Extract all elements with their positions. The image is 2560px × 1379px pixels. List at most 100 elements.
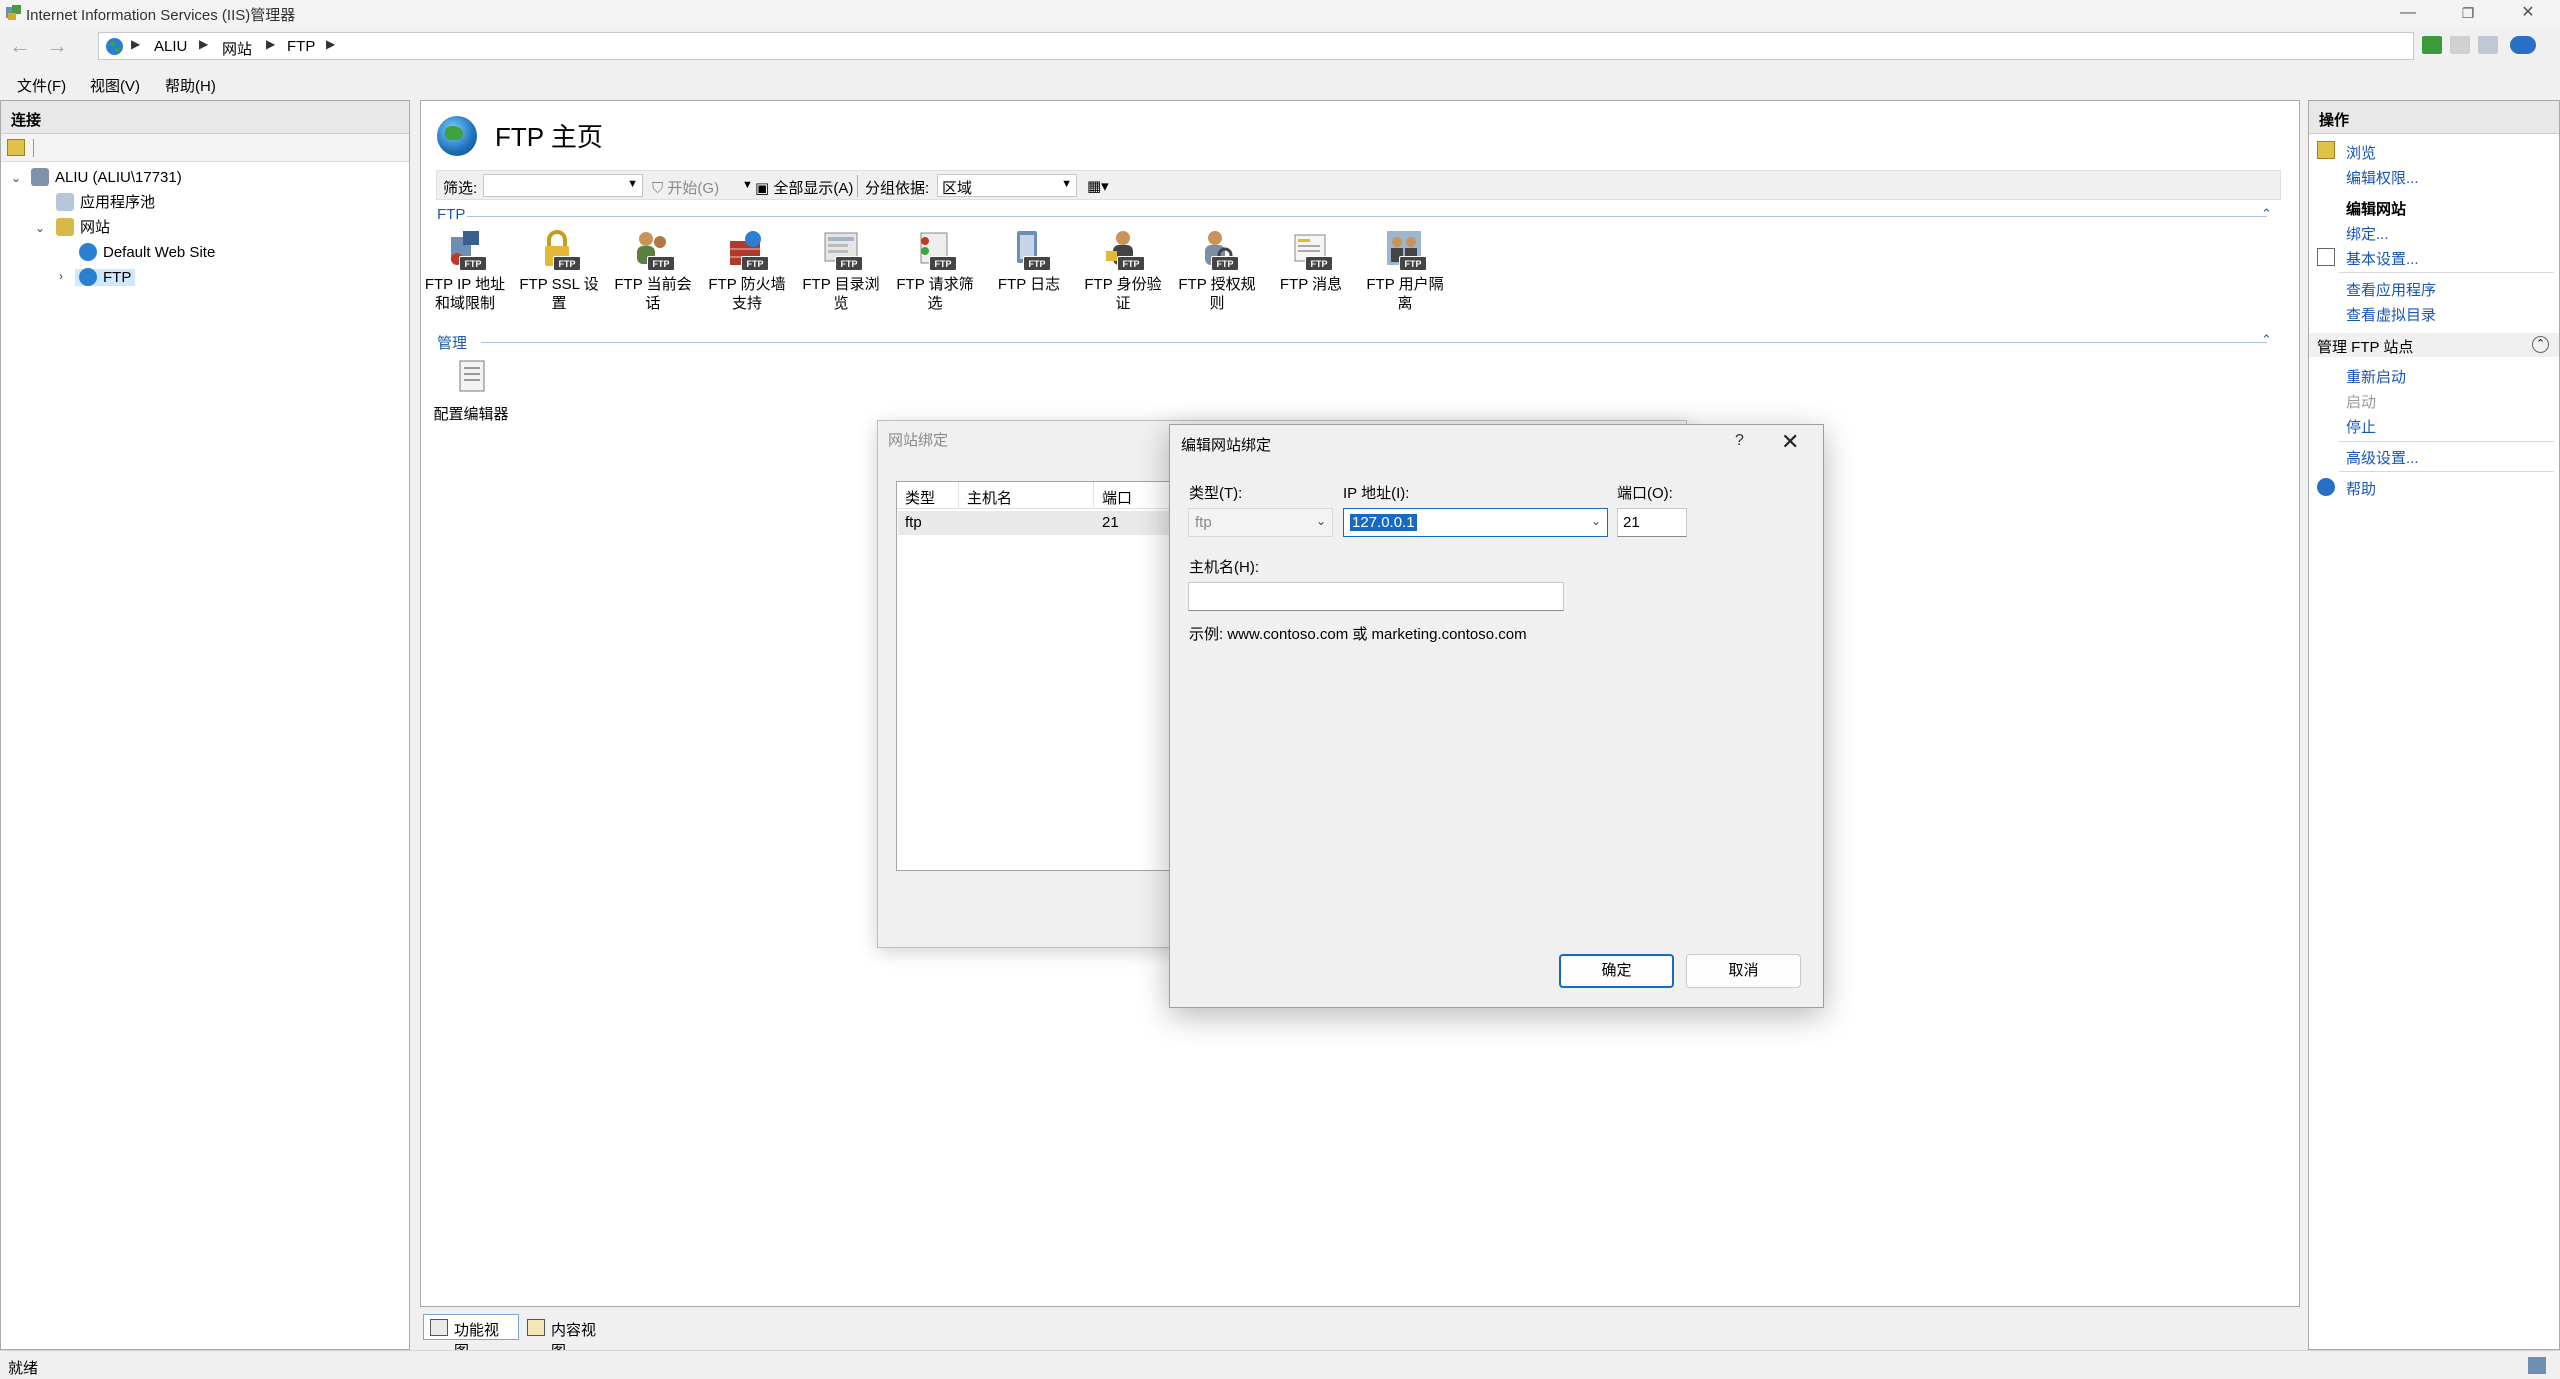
column-header-port[interactable]: 端口 (1094, 482, 1174, 509)
tree-node-label: ALIU (ALIU\17731) (55, 169, 182, 186)
help-icon (2317, 478, 2335, 496)
tree-node-server[interactable]: ALIU (ALIU\17731) (31, 167, 182, 189)
chevron-down-icon: ▼ (627, 178, 638, 190)
group-by-select[interactable]: 区域 ▼ (937, 174, 1077, 197)
feature-ftp-current-sessions[interactable]: FTP FTP 当前会话 (609, 229, 697, 313)
action-browse[interactable]: 浏览 (2346, 142, 2376, 163)
feature-ftp-request-filtering[interactable]: FTP FTP 请求筛选 (891, 229, 979, 313)
minimize-button[interactable]: — (2385, 0, 2431, 26)
feature-ftp-authorization-rules[interactable]: FTP FTP 授权规则 (1173, 229, 1261, 313)
connections-toolbar (1, 134, 409, 162)
forward-arrow-icon[interactable]: → (42, 34, 72, 60)
tree-node-ftp[interactable]: FTP (75, 267, 136, 289)
go-icon[interactable] (2422, 36, 2442, 54)
show-all-button[interactable]: ▣ 全部显示(A) (755, 177, 853, 198)
feature-ftp-directory-browsing[interactable]: FTP FTP 目录浏览 (797, 229, 885, 313)
feature-label: FTP 消息 (1279, 276, 1343, 293)
tree-node-sites[interactable]: 网站 (56, 217, 110, 239)
host-name-example: 示例: www.contoso.com 或 marketing.contoso.… (1189, 626, 1527, 643)
feature-label: FTP 日志 (997, 276, 1061, 293)
close-window-button[interactable]: ✕ (2505, 0, 2551, 26)
menu-help[interactable]: 帮助(H) (165, 75, 216, 96)
close-icon[interactable]: ✕ (1781, 429, 1799, 455)
cancel-button[interactable]: 取消 (1686, 954, 1801, 988)
restore-button[interactable]: ❐ (2445, 0, 2491, 26)
cell-type: ftp (905, 514, 922, 531)
collapse-icon[interactable]: ⌃ (2532, 336, 2549, 353)
filter-input[interactable]: ▼ (483, 174, 643, 197)
action-stop[interactable]: 停止 (2346, 416, 2376, 437)
tab-content-view[interactable]: 内容视图 (520, 1314, 616, 1360)
filter-start-button[interactable]: ⛉ 开始(G) (652, 177, 719, 198)
address-row: ← → ▶ ALIU ▶ 网站 ▶ FTP ▶ (0, 26, 2560, 66)
feature-label: 话 (645, 295, 661, 312)
feature-ftp-ssl-settings[interactable]: FTP FTP SSL 设置 (515, 229, 603, 313)
window-title: Internet Information Services (IIS)管理器 (26, 7, 296, 24)
dialog-title: 编辑网站绑定 (1181, 437, 1272, 454)
menu-file[interactable]: 文件(F) (17, 75, 66, 96)
ftp-badge: FTP (1117, 256, 1145, 271)
toolbar-divider (33, 139, 34, 157)
filter-label: 筛选: (443, 180, 478, 197)
connect-icon[interactable] (7, 139, 25, 156)
view-mode-icon[interactable]: ▦▾ (1087, 177, 1109, 195)
ok-button[interactable]: 确定 (1559, 954, 1674, 988)
breadcrumb-separator-icon: ▶ (199, 37, 209, 51)
breadcrumb-sites[interactable]: 网站 (222, 38, 252, 59)
action-view-applications[interactable]: 查看应用程序 (2346, 279, 2436, 300)
action-view-virtual-directories[interactable]: 查看虚拟目录 (2346, 304, 2436, 325)
chevron-down-icon[interactable]: ⌄ (35, 221, 45, 235)
tab-features-view[interactable]: 功能视图 (423, 1314, 519, 1360)
action-help[interactable]: 帮助 (2346, 478, 2376, 499)
feature-label: FTP 目录浏 (802, 276, 880, 293)
help-button[interactable]: ? (1735, 432, 1744, 450)
collapse-icon[interactable]: ⌃ (2261, 206, 2272, 222)
action-advanced-settings[interactable]: 高级设置... (2346, 447, 2419, 468)
content-view-icon (527, 1319, 545, 1336)
feature-label: FTP 身份验 (1084, 276, 1162, 293)
user-isolation-icon: FTP (1385, 229, 1427, 271)
firewall-icon: FTP (727, 229, 769, 271)
ftp-badge: FTP (459, 256, 487, 271)
chevron-down-icon[interactable]: ⌄ (1591, 514, 1601, 528)
feature-ftp-logging[interactable]: FTP FTP 日志 (985, 229, 1073, 294)
chevron-right-icon[interactable]: › (59, 269, 63, 283)
ftp-badge: FTP (1211, 256, 1239, 271)
breadcrumb-ftp[interactable]: FTP (287, 38, 315, 55)
action-restart[interactable]: 重新启动 (2346, 366, 2406, 387)
group-divider (467, 216, 2267, 217)
feature-label: 览 (833, 295, 849, 312)
back-arrow-icon[interactable]: ← (5, 34, 35, 60)
menu-bar: 文件(F) 视图(V) 帮助(H) (0, 68, 2560, 100)
edit-site-header: 编辑网站 (2346, 201, 2407, 218)
feature-ftp-authentication[interactable]: FTP FTP 身份验证 (1079, 229, 1167, 313)
action-bindings[interactable]: 绑定... (2346, 223, 2389, 244)
chevron-down-icon[interactable]: ⌄ (11, 171, 21, 185)
ip-address-select[interactable]: 127.0.0.1 ⌄ (1343, 508, 1608, 537)
breadcrumb-server[interactable]: ALIU (154, 38, 187, 55)
feature-ftp-messages[interactable]: FTP FTP 消息 (1267, 229, 1355, 294)
column-header-type[interactable]: 类型 (897, 482, 959, 509)
page-title: FTP 主页 (495, 122, 603, 152)
help-dropdown-icon[interactable] (2510, 36, 2536, 54)
feature-configuration-editor[interactable]: 配置编辑器 (421, 359, 521, 424)
action-edit-permissions[interactable]: 编辑权限... (2346, 167, 2419, 188)
address-bar[interactable]: ▶ ALIU ▶ 网站 ▶ FTP ▶ (98, 32, 2414, 60)
tree-node-app-pools[interactable]: 应用程序池 (56, 192, 155, 214)
collapse-icon[interactable]: ⌃ (2261, 332, 2272, 348)
column-header-host[interactable]: 主机名 (959, 482, 1094, 509)
stop-icon[interactable] (2450, 36, 2470, 54)
manage-ftp-site-section: 管理 FTP 站点 ⌃ (2309, 333, 2559, 357)
host-name-input[interactable] (1188, 582, 1564, 611)
messages-icon: FTP (1291, 229, 1333, 271)
action-basic-settings[interactable]: 基本设置... (2346, 248, 2419, 269)
feature-ftp-firewall-support[interactable]: FTP FTP 防火墙 支持 (703, 229, 791, 313)
feature-ftp-ip-domain-restrictions[interactable]: FTP FTP IP 地址 和域限制 (421, 229, 509, 313)
home-icon[interactable] (2478, 36, 2498, 54)
tree-node-default-web-site[interactable]: Default Web Site (79, 242, 215, 264)
port-input[interactable]: 21 (1617, 508, 1687, 537)
menu-view[interactable]: 视图(V) (90, 75, 140, 96)
port-label: 端口(O): (1617, 485, 1673, 502)
feature-ftp-user-isolation[interactable]: FTP FTP 用户隔离 (1361, 229, 1449, 313)
chevron-down-icon[interactable]: ▼ (742, 179, 753, 191)
